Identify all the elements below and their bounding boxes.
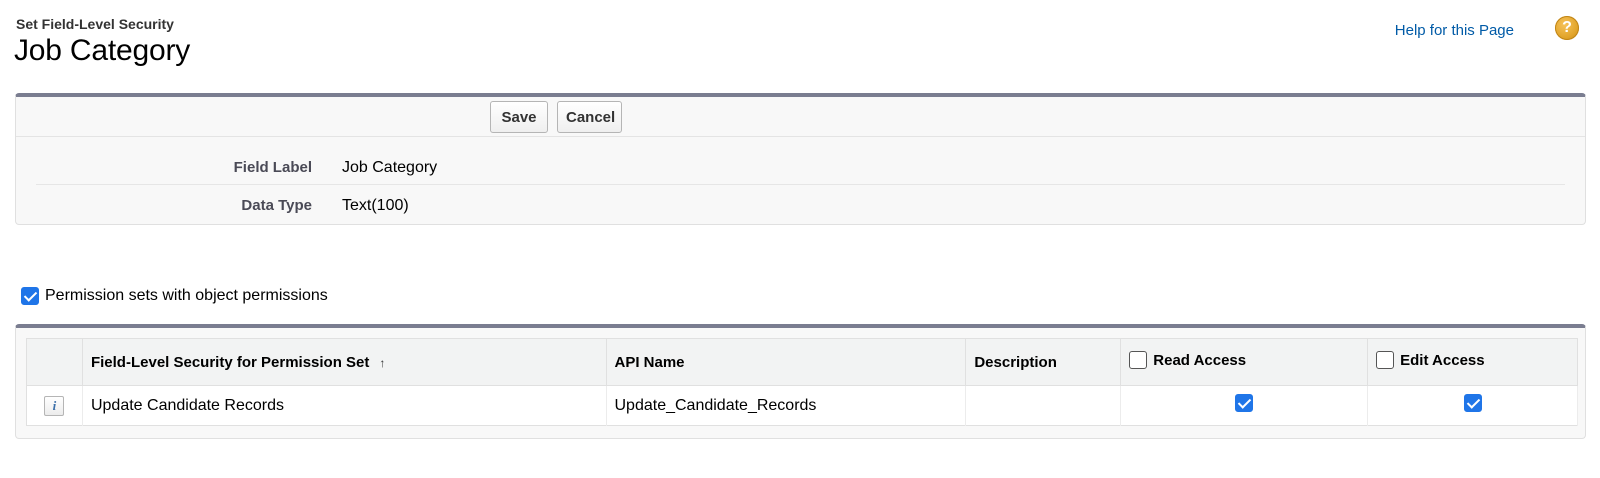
read-access-column-header: Read Access: [1120, 338, 1369, 386]
name-column-label[interactable]: Field-Level Security for Permission Set: [91, 354, 369, 371]
page-title: Job Category: [14, 34, 191, 67]
detail-row-field-label: Field Label Job Category: [36, 147, 1565, 185]
save-button[interactable]: Save: [490, 101, 548, 133]
detail-row-data-type: Data Type Text(100): [36, 185, 1565, 223]
field-label-label: Field Label: [233, 159, 312, 176]
table-header-row: Field-Level Security for Permission Set ↑…: [26, 338, 1578, 386]
edit-access-column-label: Edit Access: [1400, 352, 1485, 369]
button-bar: Save Cancel: [16, 97, 1585, 137]
info-column-header: [26, 338, 83, 386]
read-access-cell: [1120, 385, 1369, 426]
permission-sets-filter-label[interactable]: Permission sets with object permissions: [45, 287, 328, 305]
sort-ascending-icon: ↑: [379, 355, 386, 370]
permission-set-api-name: Update_Candidate_Records: [606, 385, 967, 426]
table-panel: Field-Level Security for Permission Set ↑…: [15, 324, 1586, 439]
table-row: i Update Candidate Records Update_Candid…: [26, 385, 1578, 426]
read-access-column-label: Read Access: [1153, 352, 1247, 369]
description-column-header[interactable]: Description: [965, 338, 1122, 386]
data-type-value: Text(100): [342, 197, 409, 214]
permission-sets-checkbox[interactable]: [21, 287, 39, 305]
edit-access-cell: [1367, 385, 1578, 426]
help-icon[interactable]: ?: [1555, 16, 1579, 40]
edit-access-column-header: Edit Access: [1367, 338, 1578, 386]
info-cell: i: [26, 385, 83, 426]
field-label-value: Job Category: [342, 159, 438, 176]
detail-panel: Save Cancel Field Label Job Category Dat…: [15, 93, 1586, 225]
read-access-select-all-checkbox[interactable]: [1129, 351, 1148, 369]
help-link[interactable]: Help for this Page: [1395, 22, 1514, 39]
cancel-button[interactable]: Cancel: [557, 101, 622, 133]
api-name-column-header[interactable]: API Name: [606, 338, 967, 386]
name-column-header[interactable]: Field-Level Security for Permission Set ↑: [82, 338, 607, 386]
info-icon[interactable]: i: [44, 395, 65, 416]
permission-sets-filter: Permission sets with object permissions: [21, 287, 328, 305]
permission-set-description: [965, 385, 1122, 426]
edit-access-checkbox[interactable]: [1463, 394, 1482, 412]
permission-set-name: Update Candidate Records: [82, 385, 607, 426]
page-subtitle: Set Field-Level Security: [16, 16, 174, 32]
edit-access-select-all-checkbox[interactable]: [1376, 351, 1395, 369]
field-level-security-table: Field-Level Security for Permission Set ↑…: [26, 338, 1578, 426]
read-access-checkbox[interactable]: [1235, 394, 1254, 412]
data-type-label: Data Type: [241, 197, 312, 214]
